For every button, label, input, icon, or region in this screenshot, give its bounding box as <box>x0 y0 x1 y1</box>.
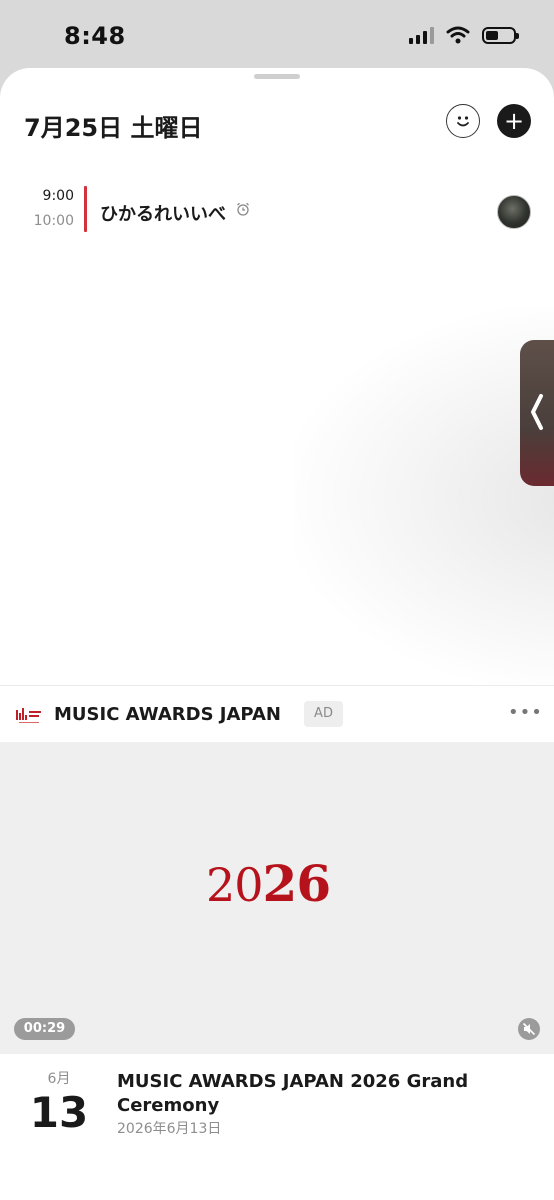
event-color-bar <box>84 186 87 232</box>
status-time: 8:48 <box>64 22 126 50</box>
plus-icon: + <box>503 107 525 135</box>
event-end-time: 10:00 <box>33 213 74 229</box>
face-icon-button[interactable] <box>446 104 480 138</box>
event-title: ひかるれいいべ <box>100 204 226 225</box>
sheet-grabber[interactable] <box>254 74 300 79</box>
wifi-icon <box>446 26 470 44</box>
ad-media-text-light: 20 <box>206 858 264 912</box>
battery-icon <box>482 26 519 44</box>
mute-button[interactable] <box>518 1018 540 1040</box>
ad-event-date: 2026年6月13日 <box>117 1121 222 1137</box>
ad-event-day: 13 <box>29 1088 89 1137</box>
advertiser-logo-icon <box>16 708 41 723</box>
more-options-button[interactable]: ••• <box>508 702 543 723</box>
ad-event-month: 6月 <box>47 1071 71 1087</box>
side-panel-tab[interactable] <box>520 340 554 486</box>
chevron-left-icon <box>531 394 543 430</box>
page-title: 7月25日 土曜日 <box>24 114 203 142</box>
advertiser-name: MUSIC AWARDS JAPAN <box>54 704 281 725</box>
event-start-time: 9:00 <box>42 188 74 204</box>
ad-event-title: MUSIC AWARDS JAPAN 2026 Grand Ceremony <box>117 1071 469 1116</box>
side-shadow <box>294 308 554 688</box>
mute-icon <box>522 1022 536 1036</box>
video-duration: 00:29 <box>14 1018 75 1040</box>
ad-video[interactable]: 2026 00:29 <box>0 742 554 1054</box>
alarm-icon <box>237 202 249 216</box>
add-event-button[interactable]: + <box>497 104 531 138</box>
event-row[interactable]: 9:00 10:00 ひかるれいいべ <box>0 184 554 234</box>
ad-header[interactable]: MUSIC AWARDS JAPAN AD ••• <box>0 685 554 743</box>
status-bar: 8:48 <box>0 0 554 68</box>
face-icon <box>457 116 469 127</box>
signal-icon <box>409 26 434 44</box>
ad-media-logo: 2026 <box>206 854 332 913</box>
status-icons <box>409 26 519 44</box>
ad-event-card[interactable]: 6月 13 MUSIC AWARDS JAPAN 2026 Grand Cere… <box>0 1054 554 1200</box>
ad-media-text-bold: 26 <box>262 854 332 913</box>
avatar[interactable] <box>497 195 531 229</box>
ad-badge: AD <box>304 701 343 727</box>
day-sheet: 7月25日 土曜日 + 9:00 10:00 ひかるれいいべ MUSIC AWA… <box>0 68 554 1200</box>
